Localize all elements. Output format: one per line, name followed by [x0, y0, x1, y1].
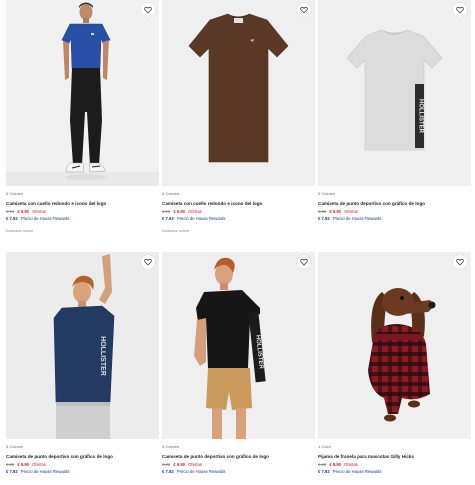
rewards-label: Precio de House Rewards [176, 216, 226, 221]
rewards-line: € 7.92 Precio de House Rewards [6, 469, 159, 475]
product-image[interactable] [318, 252, 471, 439]
sale-price: € 9.90 [329, 209, 341, 214]
rewards-label: Precio de House Rewards [332, 469, 382, 474]
product-name[interactable]: Camiseta con cuello redondo e icono del … [6, 201, 159, 207]
offer-badge: Ofertas [344, 209, 358, 214]
heart-icon [144, 6, 152, 14]
price-line: € 16 € 9.90 Ofertas [6, 209, 159, 215]
sale-price: € 9.90 [17, 209, 29, 214]
rewards-line: € 7.92 Precio de House Rewards [162, 469, 315, 475]
exclusive-online-label: Exclusive online [6, 229, 34, 233]
sale-price: € 9.90 [17, 462, 29, 467]
original-price: € 16 [162, 209, 171, 214]
product-image[interactable]: HOLLISTER [318, 0, 471, 186]
rewards-price: € 7.92 [162, 216, 174, 221]
model-navy-tee-photo: HOLLISTER [6, 252, 159, 439]
price-line: € 22 € 9.90 Ofertas [162, 462, 315, 468]
price-line: € 22 € 9.90 Ofertas [6, 462, 159, 468]
heart-icon [300, 258, 308, 266]
white-tee-photo: HOLLISTER [318, 0, 471, 186]
model-blue-tee-photo [6, 0, 159, 186]
product-name[interactable]: Camiseta de punto deportivo con gráfico … [162, 454, 315, 460]
heart-icon [144, 258, 152, 266]
color-count: 1 Color [318, 444, 331, 449]
heart-icon [456, 6, 464, 14]
rewards-label: Precio de House Rewards [20, 216, 70, 221]
rewards-label: Precio de House Rewards [332, 216, 382, 221]
price-line: € 22 € 9.90 Ofertas [318, 462, 471, 468]
model-black-tee-photo: HOLLISTER [162, 252, 315, 439]
product-image[interactable]: HOLLISTER [162, 252, 315, 439]
dog-pajama-photo [318, 252, 471, 439]
rewards-line: € 7.92 Precio de House Rewards [162, 216, 315, 222]
rewards-price: € 7.92 [318, 469, 330, 474]
product-name[interactable]: Camiseta con cuello redondo e icono del … [162, 201, 315, 207]
rewards-price: € 7.92 [6, 216, 18, 221]
product-grid: 6 Colores Camiseta con cuello redondo e … [0, 0, 475, 485]
rewards-price: € 7.92 [6, 469, 18, 474]
shirt-brand-print: HOLLISTER [418, 99, 424, 134]
favorite-button[interactable] [297, 255, 311, 269]
rewards-line: € 7.92 Precio de House Rewards [6, 216, 159, 222]
shirt-brand-print: HOLLISTER [99, 336, 106, 376]
original-price: € 22 [318, 462, 327, 467]
product-image[interactable] [6, 0, 159, 186]
favorite-button[interactable] [141, 3, 155, 17]
favorite-button[interactable] [297, 3, 311, 17]
heart-icon [456, 258, 464, 266]
product-name[interactable]: Camiseta de punto deportivo con gráfico … [318, 201, 471, 207]
product-card[interactable]: HOLLISTER 5 Colores Camiseta de punto de… [318, 0, 471, 222]
original-price: € 16 [6, 209, 15, 214]
product-image[interactable]: HOLLISTER [6, 252, 159, 439]
product-name[interactable]: Pijama de franela para mascotas Gilly Hi… [318, 454, 471, 460]
product-image[interactable] [162, 0, 315, 186]
rewards-line: € 7.92 Precio de House Rewards [318, 216, 471, 222]
brown-tee-photo [162, 0, 315, 186]
product-card[interactable]: HOLLISTER 5 Colores Camiseta de punto de… [162, 252, 315, 475]
rewards-price: € 7.92 [162, 469, 174, 474]
exclusive-online-label: Exclusive online [162, 229, 190, 233]
price-line: € 22 € 9.90 Ofertas [318, 209, 471, 215]
price-line: € 16 € 9.90 Ofertas [162, 209, 315, 215]
offer-badge: Ofertas [344, 462, 358, 467]
product-card[interactable]: HOLLISTER 5 Colores Camiseta de punto de… [6, 252, 159, 475]
color-count: 6 Colores [6, 191, 24, 196]
product-name[interactable]: Camiseta de punto deportivo con gráfico … [6, 454, 159, 460]
product-card[interactable]: 6 Colores Camiseta con cuello redondo e … [6, 0, 159, 234]
offer-badge: Ofertas [188, 462, 202, 467]
offer-badge: Ofertas [188, 209, 202, 214]
product-card[interactable]: 1 Color Pijama de franela para mascotas … [318, 252, 471, 475]
color-count: 5 Colores [318, 191, 336, 196]
sale-price: € 9.90 [173, 209, 185, 214]
product-card[interactable]: 6 Colores Camiseta con cuello redondo e … [162, 0, 315, 234]
favorite-button[interactable] [453, 255, 467, 269]
heart-icon [300, 6, 308, 14]
rewards-label: Precio de House Rewards [176, 469, 226, 474]
offer-badge: Ofertas [32, 209, 46, 214]
rewards-label: Precio de House Rewards [20, 469, 70, 474]
sale-price: € 9.90 [329, 462, 341, 467]
rewards-line: € 7.92 Precio de House Rewards [318, 469, 471, 475]
favorite-button[interactable] [453, 3, 467, 17]
original-price: € 22 [6, 462, 15, 467]
favorite-button[interactable] [141, 255, 155, 269]
color-count: 5 Colores [162, 444, 180, 449]
original-price: € 22 [162, 462, 171, 467]
offer-badge: Ofertas [32, 462, 46, 467]
rewards-price: € 7.92 [318, 216, 330, 221]
sale-price: € 9.90 [173, 462, 185, 467]
original-price: € 22 [318, 209, 327, 214]
color-count: 6 Colores [162, 191, 180, 196]
color-count: 5 Colores [6, 444, 24, 449]
